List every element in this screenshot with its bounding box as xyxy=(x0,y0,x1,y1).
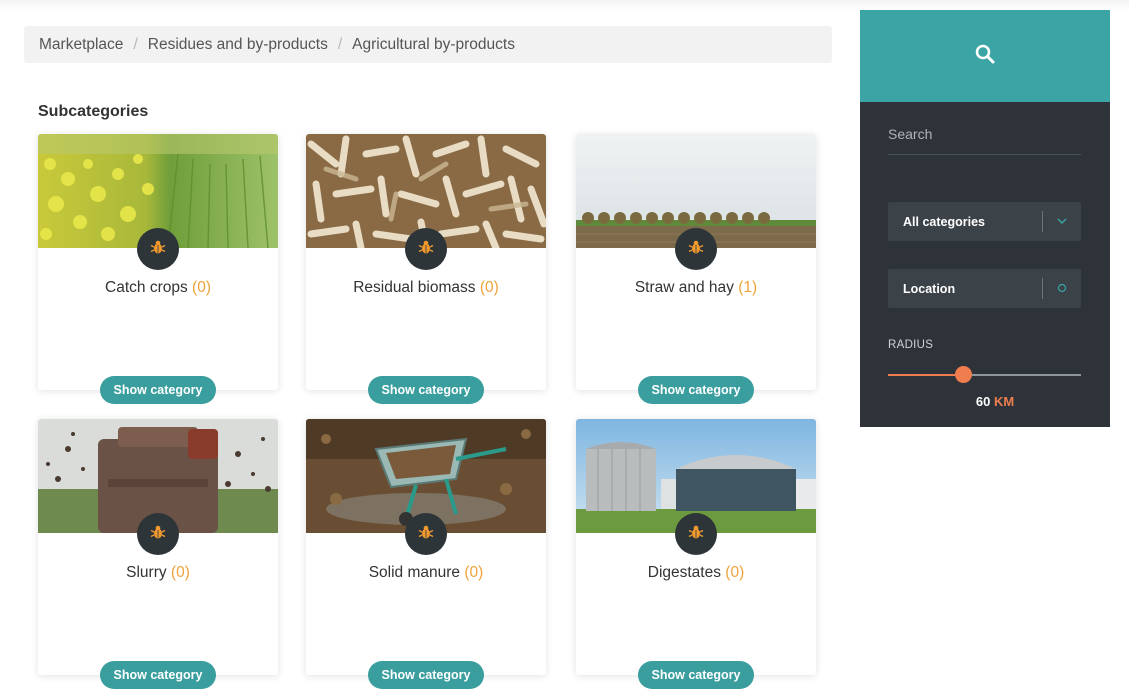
radius-number: 60 xyxy=(975,394,991,409)
category-title: Residual biomass (0) xyxy=(306,279,546,297)
breadcrumb-residues[interactable]: Residues and by-products xyxy=(148,36,328,54)
category-title: Digestates (0) xyxy=(576,564,816,582)
category-title: Slurry (0) xyxy=(38,564,278,582)
category-name[interactable]: Digestates xyxy=(648,564,721,581)
breadcrumb-marketplace[interactable]: Marketplace xyxy=(39,36,123,54)
bug-icon xyxy=(418,239,434,260)
category-name[interactable]: Slurry xyxy=(126,564,166,581)
bug-icon xyxy=(418,524,434,545)
breadcrumb: Marketplace / Residues and by-products /… xyxy=(24,26,832,63)
category-count: (0) xyxy=(170,564,190,581)
chevron-down-icon xyxy=(1055,214,1069,228)
category-badge xyxy=(137,513,179,555)
radius-value: 60 KM xyxy=(860,394,1129,409)
category-badge xyxy=(675,513,717,555)
category-name[interactable]: Catch crops xyxy=(105,279,188,296)
category-badge xyxy=(137,228,179,270)
subcategories-heading: Subcategories xyxy=(38,103,149,120)
category-count: (0) xyxy=(192,279,211,296)
category-card-slurry: Slurry (0) Show category xyxy=(38,419,278,689)
radius-label: RADIUS xyxy=(888,339,934,351)
show-category-button[interactable]: Show category xyxy=(100,661,216,689)
category-title: Solid manure (0) xyxy=(306,564,546,582)
category-count: (0) xyxy=(479,279,499,296)
category-badge xyxy=(405,228,447,270)
bug-icon xyxy=(150,239,166,260)
category-badge xyxy=(405,513,447,555)
select-divider xyxy=(1042,278,1043,299)
search-input[interactable]: Search xyxy=(888,126,1081,155)
category-select[interactable]: All categories xyxy=(888,202,1081,241)
show-category-button[interactable]: Show category xyxy=(638,376,754,404)
category-title: Catch crops (0) xyxy=(38,279,278,297)
category-name[interactable]: Solid manure xyxy=(369,564,460,581)
category-card-straw-and-hay: Straw and hay (1) Show category xyxy=(576,134,816,404)
top-shadow xyxy=(0,0,1129,10)
category-select-value: All categories xyxy=(903,214,985,229)
search-button[interactable] xyxy=(860,10,1110,102)
category-badge xyxy=(675,228,717,270)
location-select-value: Location xyxy=(903,281,956,296)
category-count: (0) xyxy=(725,564,745,581)
category-card-solid-manure: Solid manure (0) Show category xyxy=(306,419,546,689)
show-category-button[interactable]: Show category xyxy=(368,376,484,404)
category-card-digestates: Digestates (0) Show category xyxy=(576,419,816,689)
radius-slider-fill xyxy=(888,374,964,376)
bug-icon xyxy=(150,524,166,545)
category-name[interactable]: Straw and hay xyxy=(635,279,734,296)
location-select[interactable]: Location xyxy=(888,269,1081,308)
breadcrumb-separator: / xyxy=(133,35,138,53)
breadcrumb-current: Agricultural by-products xyxy=(352,35,515,53)
radius-slider-handle[interactable] xyxy=(955,366,972,383)
show-category-button[interactable]: Show category xyxy=(100,376,216,404)
filter-sidebar: Search All categories Location RADIUS 60… xyxy=(860,10,1110,427)
select-divider xyxy=(1042,211,1043,232)
show-category-button[interactable]: Show category xyxy=(638,661,754,689)
show-category-button[interactable]: Show category xyxy=(368,661,484,689)
location-circle-icon xyxy=(1055,281,1069,295)
category-count: (0) xyxy=(464,564,484,581)
category-card-catch-crops: Catch crops (0) Show category xyxy=(38,134,278,404)
category-card-residual-biomass: Residual biomass (0) Show category xyxy=(306,134,546,404)
radius-unit: KM xyxy=(993,394,1015,409)
bug-icon xyxy=(688,239,704,260)
category-title: Straw and hay (1) xyxy=(576,279,816,297)
category-name[interactable]: Residual biomass xyxy=(353,279,475,296)
breadcrumb-separator: / xyxy=(337,35,343,53)
search-icon xyxy=(974,43,996,70)
bug-icon xyxy=(688,524,704,545)
category-count: (1) xyxy=(738,279,758,296)
